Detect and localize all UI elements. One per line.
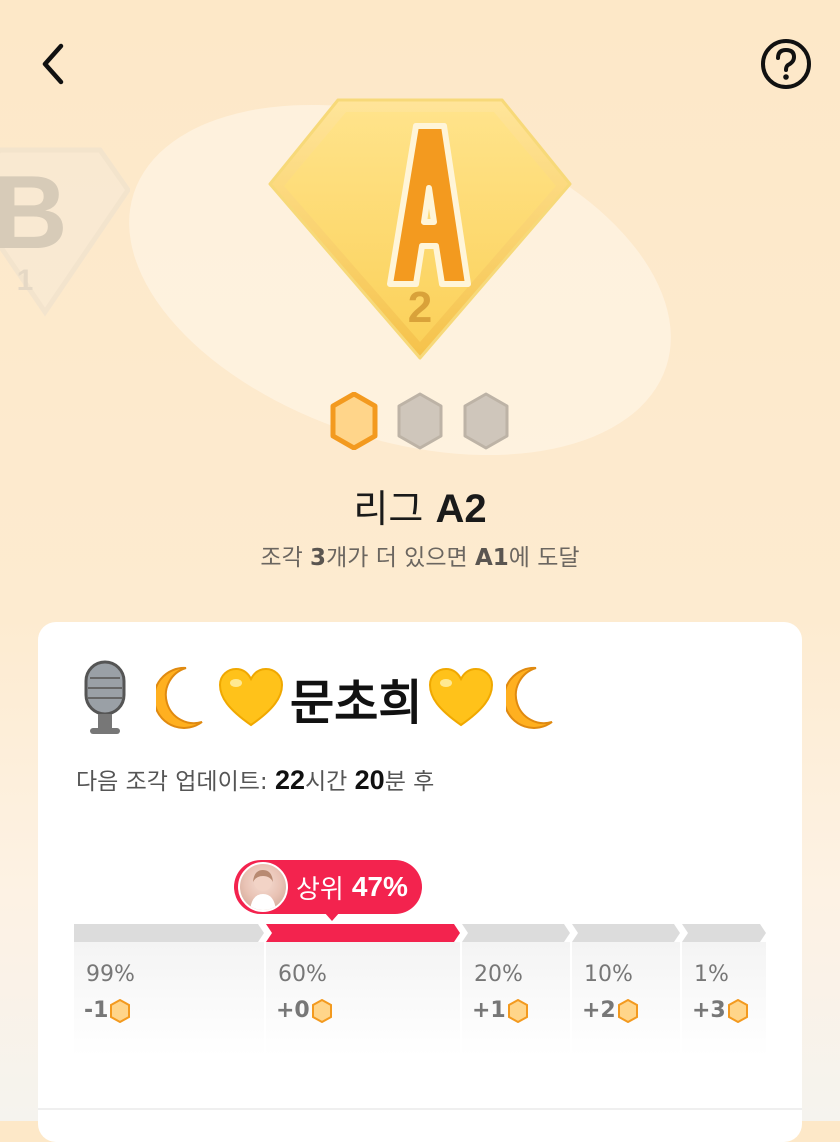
tier-cap: [572, 924, 680, 942]
piece-filled-icon: [330, 392, 378, 450]
tier-percent: 60%: [278, 962, 327, 987]
tier-percent: 20%: [474, 962, 523, 987]
tier-segment-current: 60% +0: [266, 924, 460, 1056]
tier-reward: +3: [692, 998, 748, 1023]
tier-segment: 99% -1: [74, 924, 264, 1056]
rank-bubble: 상위 47%: [234, 860, 422, 914]
piece-icon: [617, 998, 638, 1023]
help-button[interactable]: [758, 36, 814, 92]
microphone-icon: [84, 660, 126, 734]
question-circle-icon: [761, 39, 811, 89]
back-button[interactable]: [26, 36, 82, 92]
piece-empty-icon: [397, 392, 443, 450]
tier-percent: 1%: [694, 962, 729, 987]
league-name: A2: [435, 487, 487, 531]
previous-league-badge[interactable]: B 1: [0, 140, 130, 320]
tier-cap: [462, 924, 570, 942]
user-name: 문초희: [290, 675, 423, 731]
chevron-left-icon: [42, 43, 64, 85]
tier-segment: 10% +2: [572, 924, 680, 1056]
tier-reward: +2: [582, 998, 638, 1023]
league-progress-text: 조각 3개가 더 있으면 A1에 도달: [260, 545, 580, 571]
tier-cap: [74, 924, 264, 942]
league-prefix: 리그: [353, 487, 424, 531]
avatar: [238, 862, 288, 912]
user-nickname-row: 문초희: [76, 658, 564, 738]
previous-badge-level: 1: [17, 264, 34, 297]
league-pieces: [0, 392, 840, 450]
league-title: 리그 A2: [0, 478, 840, 533]
user-rank-card: 문초희 다음 조각 업데이트: 22시간 20분 후 상위 47% 99% -1: [38, 622, 802, 1142]
current-league-badge: 2: [268, 98, 572, 360]
tier-percent: 10%: [584, 962, 633, 987]
card-divider: [38, 1108, 802, 1110]
rank-label: 상위: [296, 874, 344, 905]
yellow-heart-icon: [218, 667, 284, 727]
tier-cap: [682, 924, 766, 942]
piece-icon: [311, 998, 332, 1023]
rank-value: 47%: [351, 871, 408, 902]
yellow-heart-icon: [429, 667, 494, 727]
tier-cap: [266, 924, 460, 942]
tier-bar: 99% -1 60% +0 20% +1 10% +2 1% +3: [74, 924, 766, 1056]
tier-reward: -1: [84, 998, 131, 1023]
tier-reward: +1: [472, 998, 528, 1023]
current-badge-level: 2: [408, 283, 432, 332]
piece-icon: [110, 998, 131, 1023]
crescent-moon-icon: [506, 666, 554, 729]
piece-empty-icon: [463, 392, 509, 450]
piece-icon: [507, 998, 528, 1023]
avatar-image: [250, 870, 276, 910]
rank-bubble-tail: [324, 912, 340, 921]
previous-badge-letter: B: [0, 155, 68, 271]
piece-icon: [727, 998, 748, 1023]
tier-segment: 20% +1: [462, 924, 570, 1056]
tier-percent: 99%: [86, 962, 135, 987]
tier-segment: 1% +3: [682, 924, 766, 1056]
tier-reward: +0: [276, 998, 332, 1023]
crescent-moon-icon: [156, 666, 203, 729]
next-update-text: 다음 조각 업데이트: 22시간 20분 후: [76, 765, 435, 795]
